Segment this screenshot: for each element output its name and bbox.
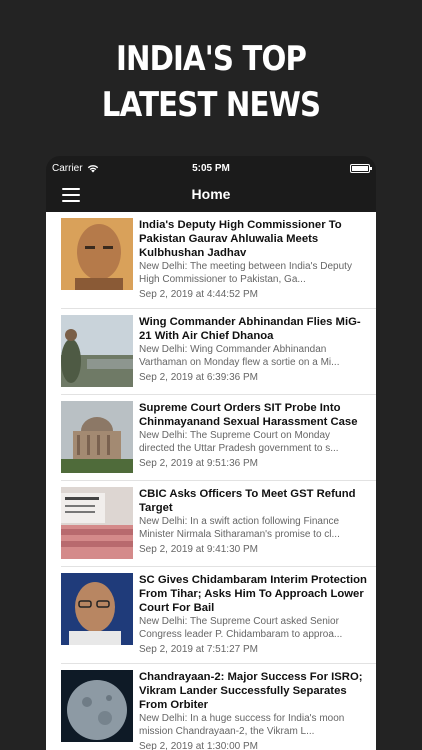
article-title: SC Gives Chidambaram Interim Protection … — [139, 574, 367, 614]
article-title: India's Deputy High Commissioner To Paki… — [139, 219, 342, 259]
list-item[interactable]: India's Deputy High Commissioner To Paki… — [61, 212, 376, 309]
promo-heading: INDIA'S TOP LATEST NEWS — [30, 36, 393, 128]
promo-line-2: LATEST NEWS — [101, 85, 321, 125]
news-list: India's Deputy High Commissioner To Paki… — [46, 212, 376, 750]
article-title: Chandrayaan-2: Major Success For ISRO; V… — [139, 671, 363, 711]
article-thumbnail — [61, 573, 133, 645]
phone-screen: Carrier 5:05 PM Home India's Deputy High… — [46, 156, 376, 750]
article-date: Sep 2, 2019 at 6:39:36 PM — [139, 372, 258, 383]
navigation-bar: Home — [46, 180, 376, 212]
article-summary: New Delhi: The Supreme Court asked Senio… — [139, 616, 343, 640]
article-thumbnail — [61, 401, 133, 473]
article-thumbnail — [61, 218, 133, 290]
article-date: Sep 2, 2019 at 9:41:30 PM — [139, 544, 258, 555]
article-title: Wing Commander Abhinandan Flies MiG-21 W… — [139, 316, 361, 342]
list-item[interactable]: CBIC Asks Officers To Meet GST Refund Ta… — [61, 481, 376, 567]
status-time: 5:05 PM — [192, 163, 230, 174]
article-summary: New Delhi: Wing Commander Abhinandan Var… — [139, 344, 340, 368]
article-summary: New Delhi: In a huge success for India's… — [139, 713, 345, 737]
status-bar: Carrier 5:05 PM — [46, 156, 376, 180]
article-date: Sep 2, 2019 at 4:44:52 PM — [139, 289, 258, 300]
list-item[interactable]: SC Gives Chidambaram Interim Protection … — [61, 567, 376, 664]
article-title: CBIC Asks Officers To Meet GST Refund Ta… — [139, 488, 356, 514]
article-summary: New Delhi: In a swift action following F… — [139, 516, 340, 540]
article-thumbnail — [61, 487, 133, 559]
article-date: Sep 2, 2019 at 9:51:36 PM — [139, 458, 258, 469]
battery-icon — [350, 164, 372, 173]
article-summary: New Delhi: The Supreme Court on Monday d… — [139, 430, 339, 454]
list-item[interactable]: Chandrayaan-2: Major Success For ISRO; V… — [61, 664, 376, 750]
article-date: Sep 2, 2019 at 1:30:00 PM — [139, 741, 258, 750]
article-title: Supreme Court Orders SIT Probe Into Chin… — [139, 402, 358, 428]
promo-line-1: INDIA'S TOP — [115, 39, 307, 79]
article-thumbnail — [61, 670, 133, 742]
article-summary: New Delhi: The meeting between India's D… — [139, 261, 352, 285]
page-title: Home — [191, 186, 231, 202]
article-thumbnail — [61, 315, 133, 387]
article-date: Sep 2, 2019 at 7:51:27 PM — [139, 644, 258, 655]
list-item[interactable]: Supreme Court Orders SIT Probe Into Chin… — [61, 395, 376, 481]
list-item[interactable]: Wing Commander Abhinandan Flies MiG-21 W… — [61, 309, 376, 395]
